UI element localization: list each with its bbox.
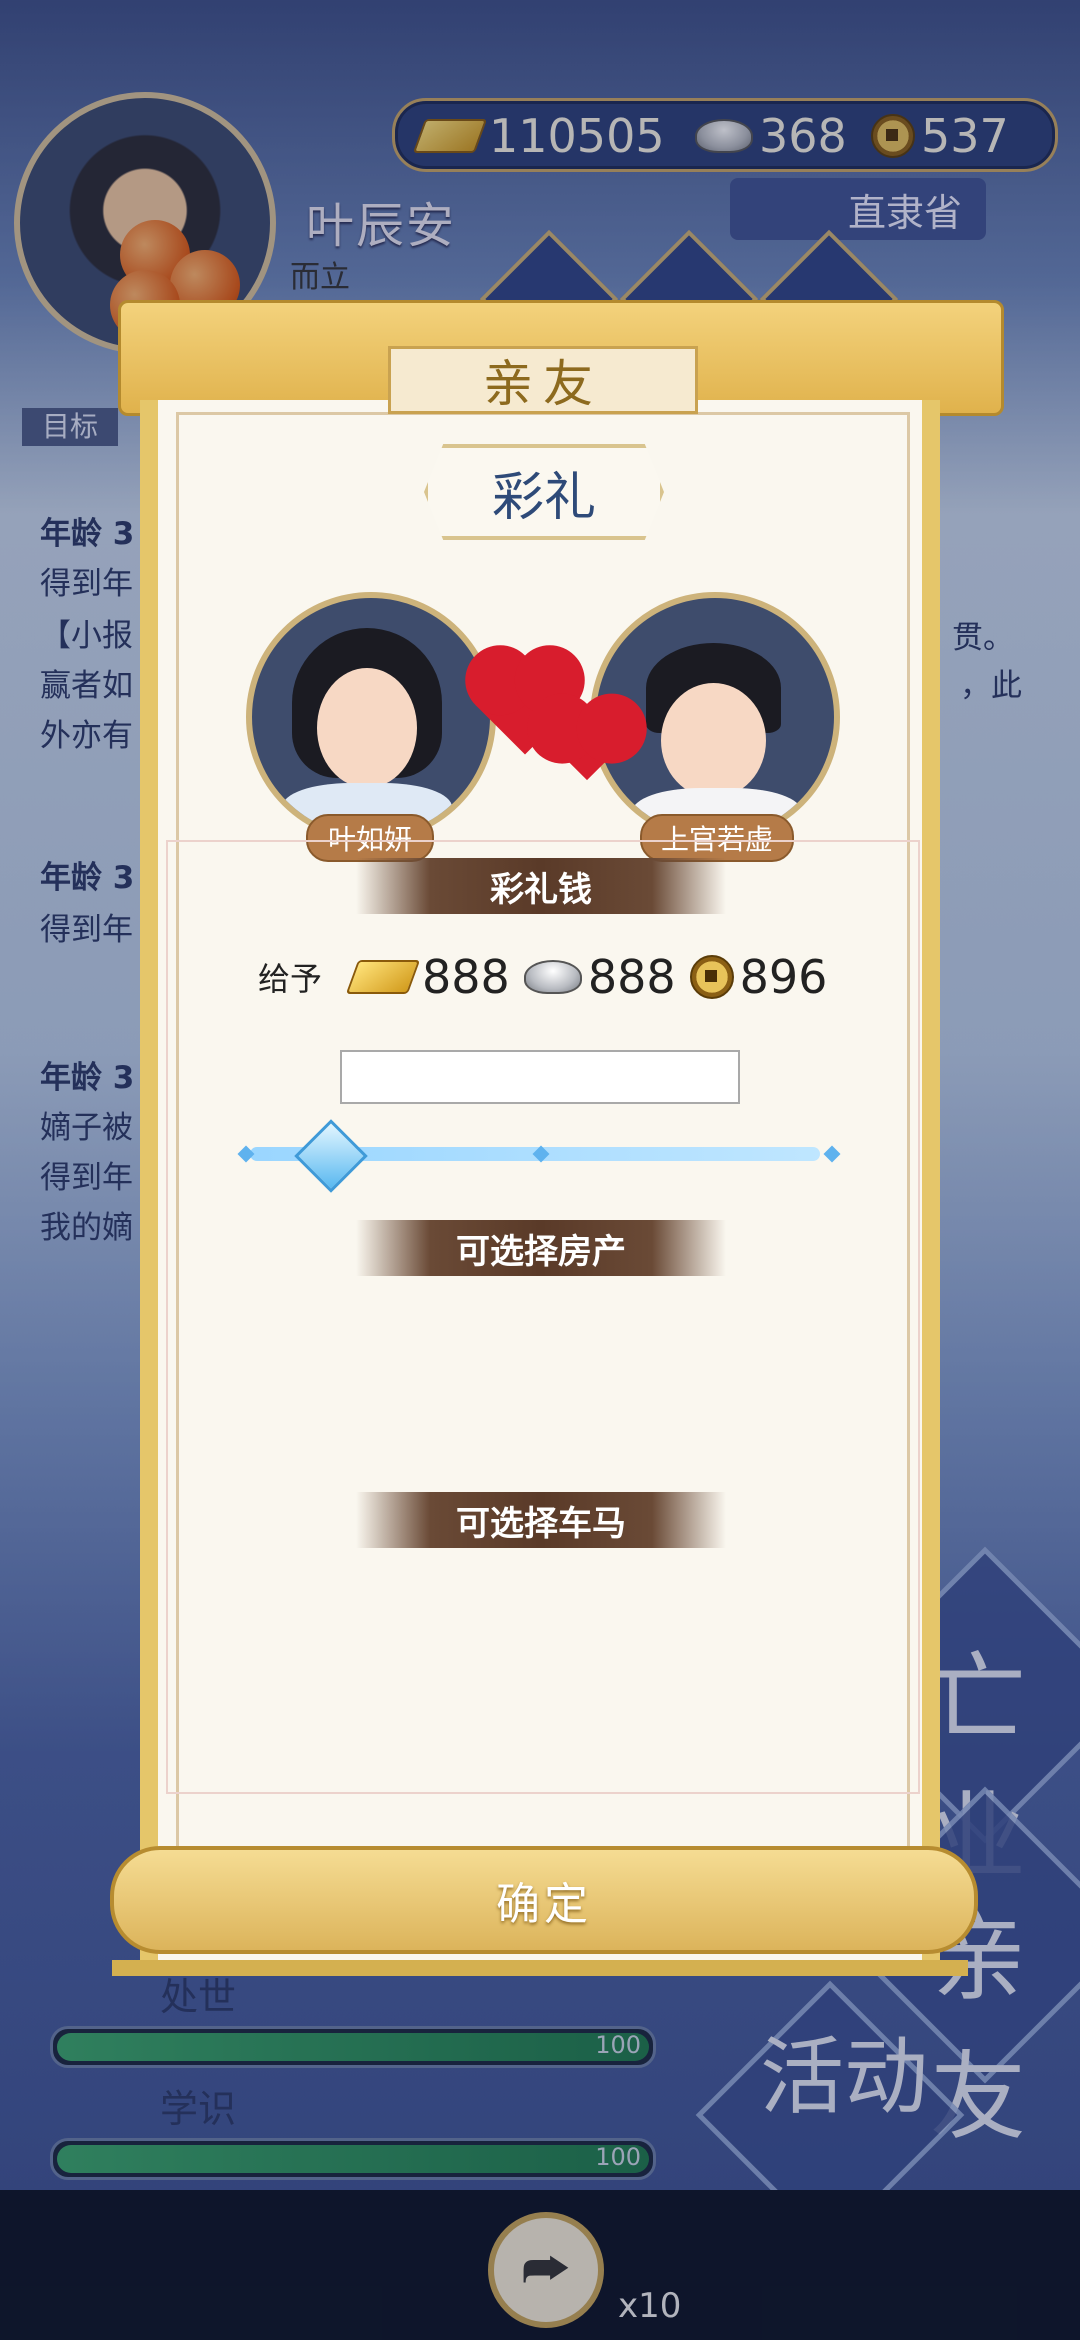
give-label: 给予	[258, 960, 323, 998]
gift-amount-input[interactable]	[340, 1050, 740, 1104]
betrothal-gift-title: 彩礼	[424, 444, 664, 540]
bride-portrait	[246, 592, 496, 842]
gold-ingot-icon	[345, 960, 421, 994]
vehicle-section-header: 可选择车马	[356, 1492, 726, 1548]
modal-title: 亲友	[388, 346, 698, 414]
copper-coin-icon	[689, 955, 734, 999]
silver-ingot-icon	[523, 960, 582, 994]
give-coins: 896	[739, 950, 828, 1004]
give-silver: 888	[587, 950, 676, 1004]
give-row: 给予 888 888 896	[258, 950, 827, 1004]
property-section-header: 可选择房产	[356, 1220, 726, 1276]
money-section-header: 彩礼钱	[356, 858, 726, 914]
confirm-button[interactable]: 确定	[110, 1846, 978, 1954]
give-gold: 888	[422, 950, 510, 1004]
scroll-bottom-rod	[112, 1960, 968, 1976]
